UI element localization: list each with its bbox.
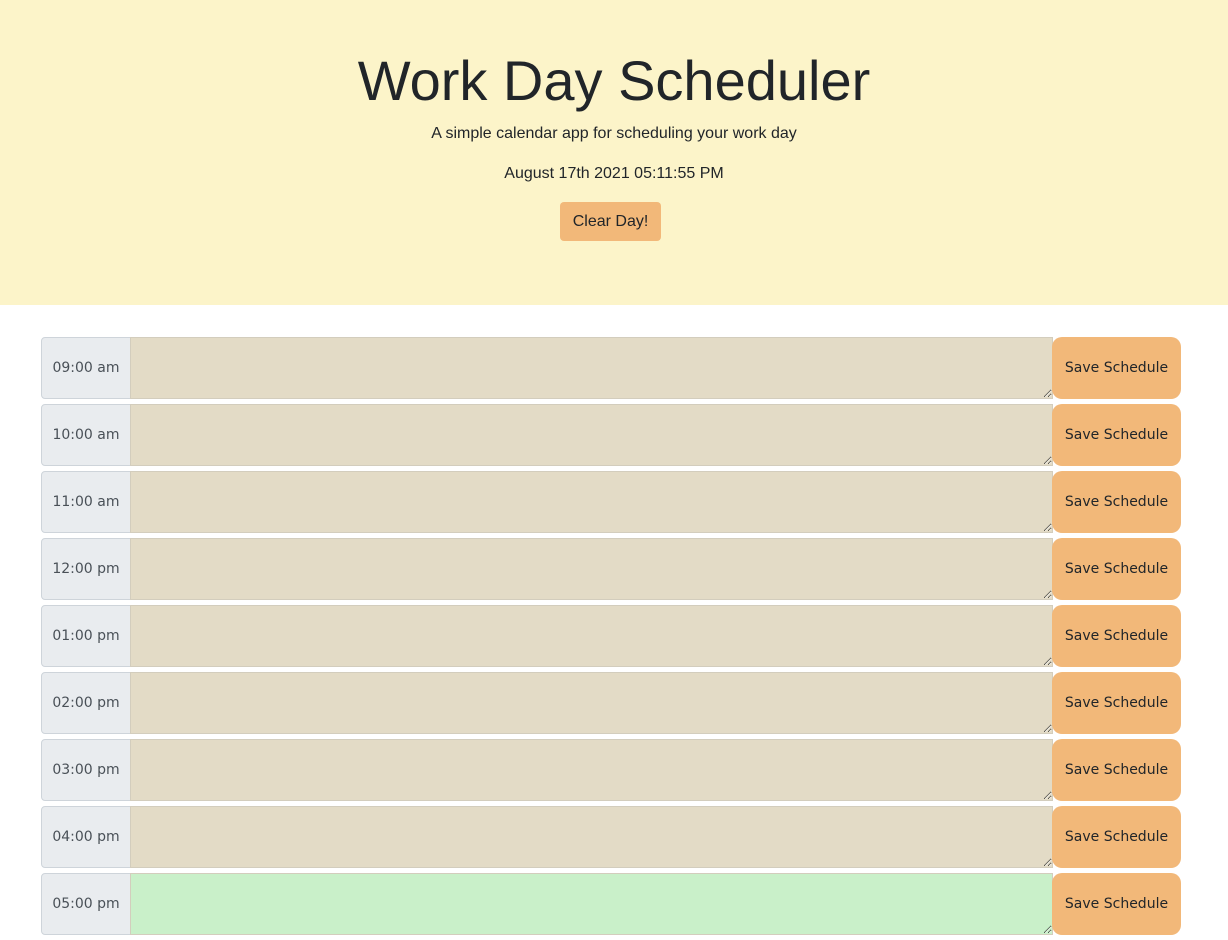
save-schedule-button[interactable]: Save Schedule bbox=[1052, 672, 1181, 734]
save-schedule-button[interactable]: Save Schedule bbox=[1052, 471, 1181, 533]
time-block-row: 11:00 am Save Schedule bbox=[41, 471, 1181, 533]
hour-label: 09:00 am bbox=[41, 337, 131, 399]
event-description-input[interactable] bbox=[130, 672, 1053, 734]
hour-label: 04:00 pm bbox=[41, 806, 131, 868]
time-block-row: 09:00 am Save Schedule bbox=[41, 337, 1181, 399]
event-description-input[interactable] bbox=[130, 739, 1053, 801]
event-description-input[interactable] bbox=[130, 471, 1053, 533]
clear-day-button[interactable]: Clear Day! bbox=[560, 202, 661, 241]
time-block-row: 02:00 pm Save Schedule bbox=[41, 672, 1181, 734]
current-datetime: August 17th 2021 05:11:55 PM bbox=[504, 165, 724, 182]
header-jumbotron: Work Day Scheduler A simple calendar app… bbox=[0, 0, 1228, 305]
time-block-row: 03:00 pm Save Schedule bbox=[41, 739, 1181, 801]
save-schedule-button[interactable]: Save Schedule bbox=[1052, 605, 1181, 667]
save-schedule-button[interactable]: Save Schedule bbox=[1052, 337, 1181, 399]
page-title: Work Day Scheduler bbox=[357, 49, 871, 112]
hour-label: 11:00 am bbox=[41, 471, 131, 533]
event-description-input[interactable] bbox=[130, 605, 1053, 667]
schedule-container: 09:00 am Save Schedule 10:00 am Save Sch… bbox=[41, 337, 1181, 940]
hour-label: 12:00 pm bbox=[41, 538, 131, 600]
event-description-input[interactable] bbox=[130, 538, 1053, 600]
time-block-row: 12:00 pm Save Schedule bbox=[41, 538, 1181, 600]
hour-label: 10:00 am bbox=[41, 404, 131, 466]
time-block-row: 10:00 am Save Schedule bbox=[41, 404, 1181, 466]
time-block-row: 04:00 pm Save Schedule bbox=[41, 806, 1181, 868]
event-description-input[interactable] bbox=[130, 404, 1053, 466]
save-schedule-button[interactable]: Save Schedule bbox=[1052, 404, 1181, 466]
hour-label: 05:00 pm bbox=[41, 873, 131, 935]
save-schedule-button[interactable]: Save Schedule bbox=[1052, 538, 1181, 600]
event-description-input[interactable] bbox=[130, 806, 1053, 868]
save-schedule-button[interactable]: Save Schedule bbox=[1052, 739, 1181, 801]
time-block-row: 01:00 pm Save Schedule bbox=[41, 605, 1181, 667]
event-description-input[interactable] bbox=[130, 337, 1053, 399]
page-subtitle: A simple calendar app for scheduling you… bbox=[431, 125, 797, 142]
save-schedule-button[interactable]: Save Schedule bbox=[1052, 873, 1181, 935]
hour-label: 03:00 pm bbox=[41, 739, 131, 801]
event-description-input[interactable] bbox=[130, 873, 1053, 935]
hour-label: 02:00 pm bbox=[41, 672, 131, 734]
hour-label: 01:00 pm bbox=[41, 605, 131, 667]
save-schedule-button[interactable]: Save Schedule bbox=[1052, 806, 1181, 868]
time-block-row: 05:00 pm Save Schedule bbox=[41, 873, 1181, 935]
